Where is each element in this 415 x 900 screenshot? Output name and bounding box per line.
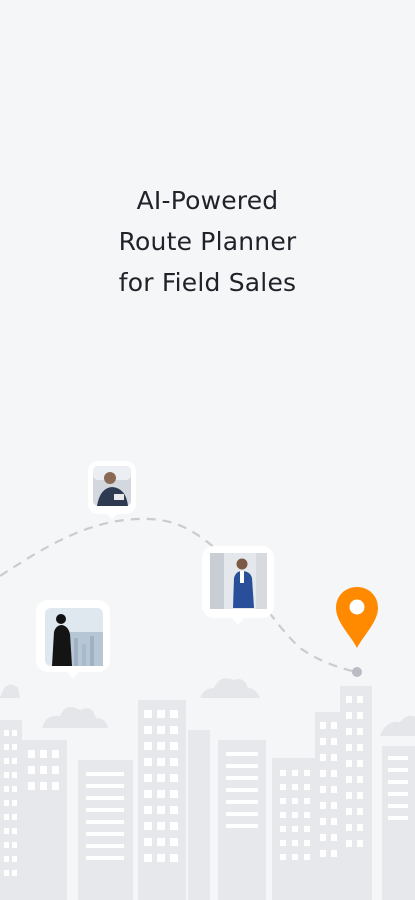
cloud	[200, 678, 260, 698]
salesperson-photo-bubble-2	[202, 546, 274, 625]
salesperson-photo-bubble-1	[88, 461, 136, 519]
cloud	[42, 707, 108, 728]
route-end-dot	[352, 667, 362, 677]
cloud	[0, 684, 20, 698]
salesperson-photo-bubble-3	[36, 600, 110, 679]
onboarding-screen: AI-Powered Route Planner for Field Sales	[0, 0, 415, 900]
windows-col-b	[28, 750, 59, 790]
headline-line-2: Route Planner	[118, 227, 297, 256]
headline-line-1: AI-Powered	[136, 186, 279, 215]
location-pin-icon	[336, 587, 378, 648]
headline: AI-Powered Route Planner for Field Sales	[0, 180, 415, 303]
cloud	[380, 715, 415, 736]
headline-line-3: for Field Sales	[118, 268, 297, 297]
city-route-illustration	[0, 461, 415, 900]
